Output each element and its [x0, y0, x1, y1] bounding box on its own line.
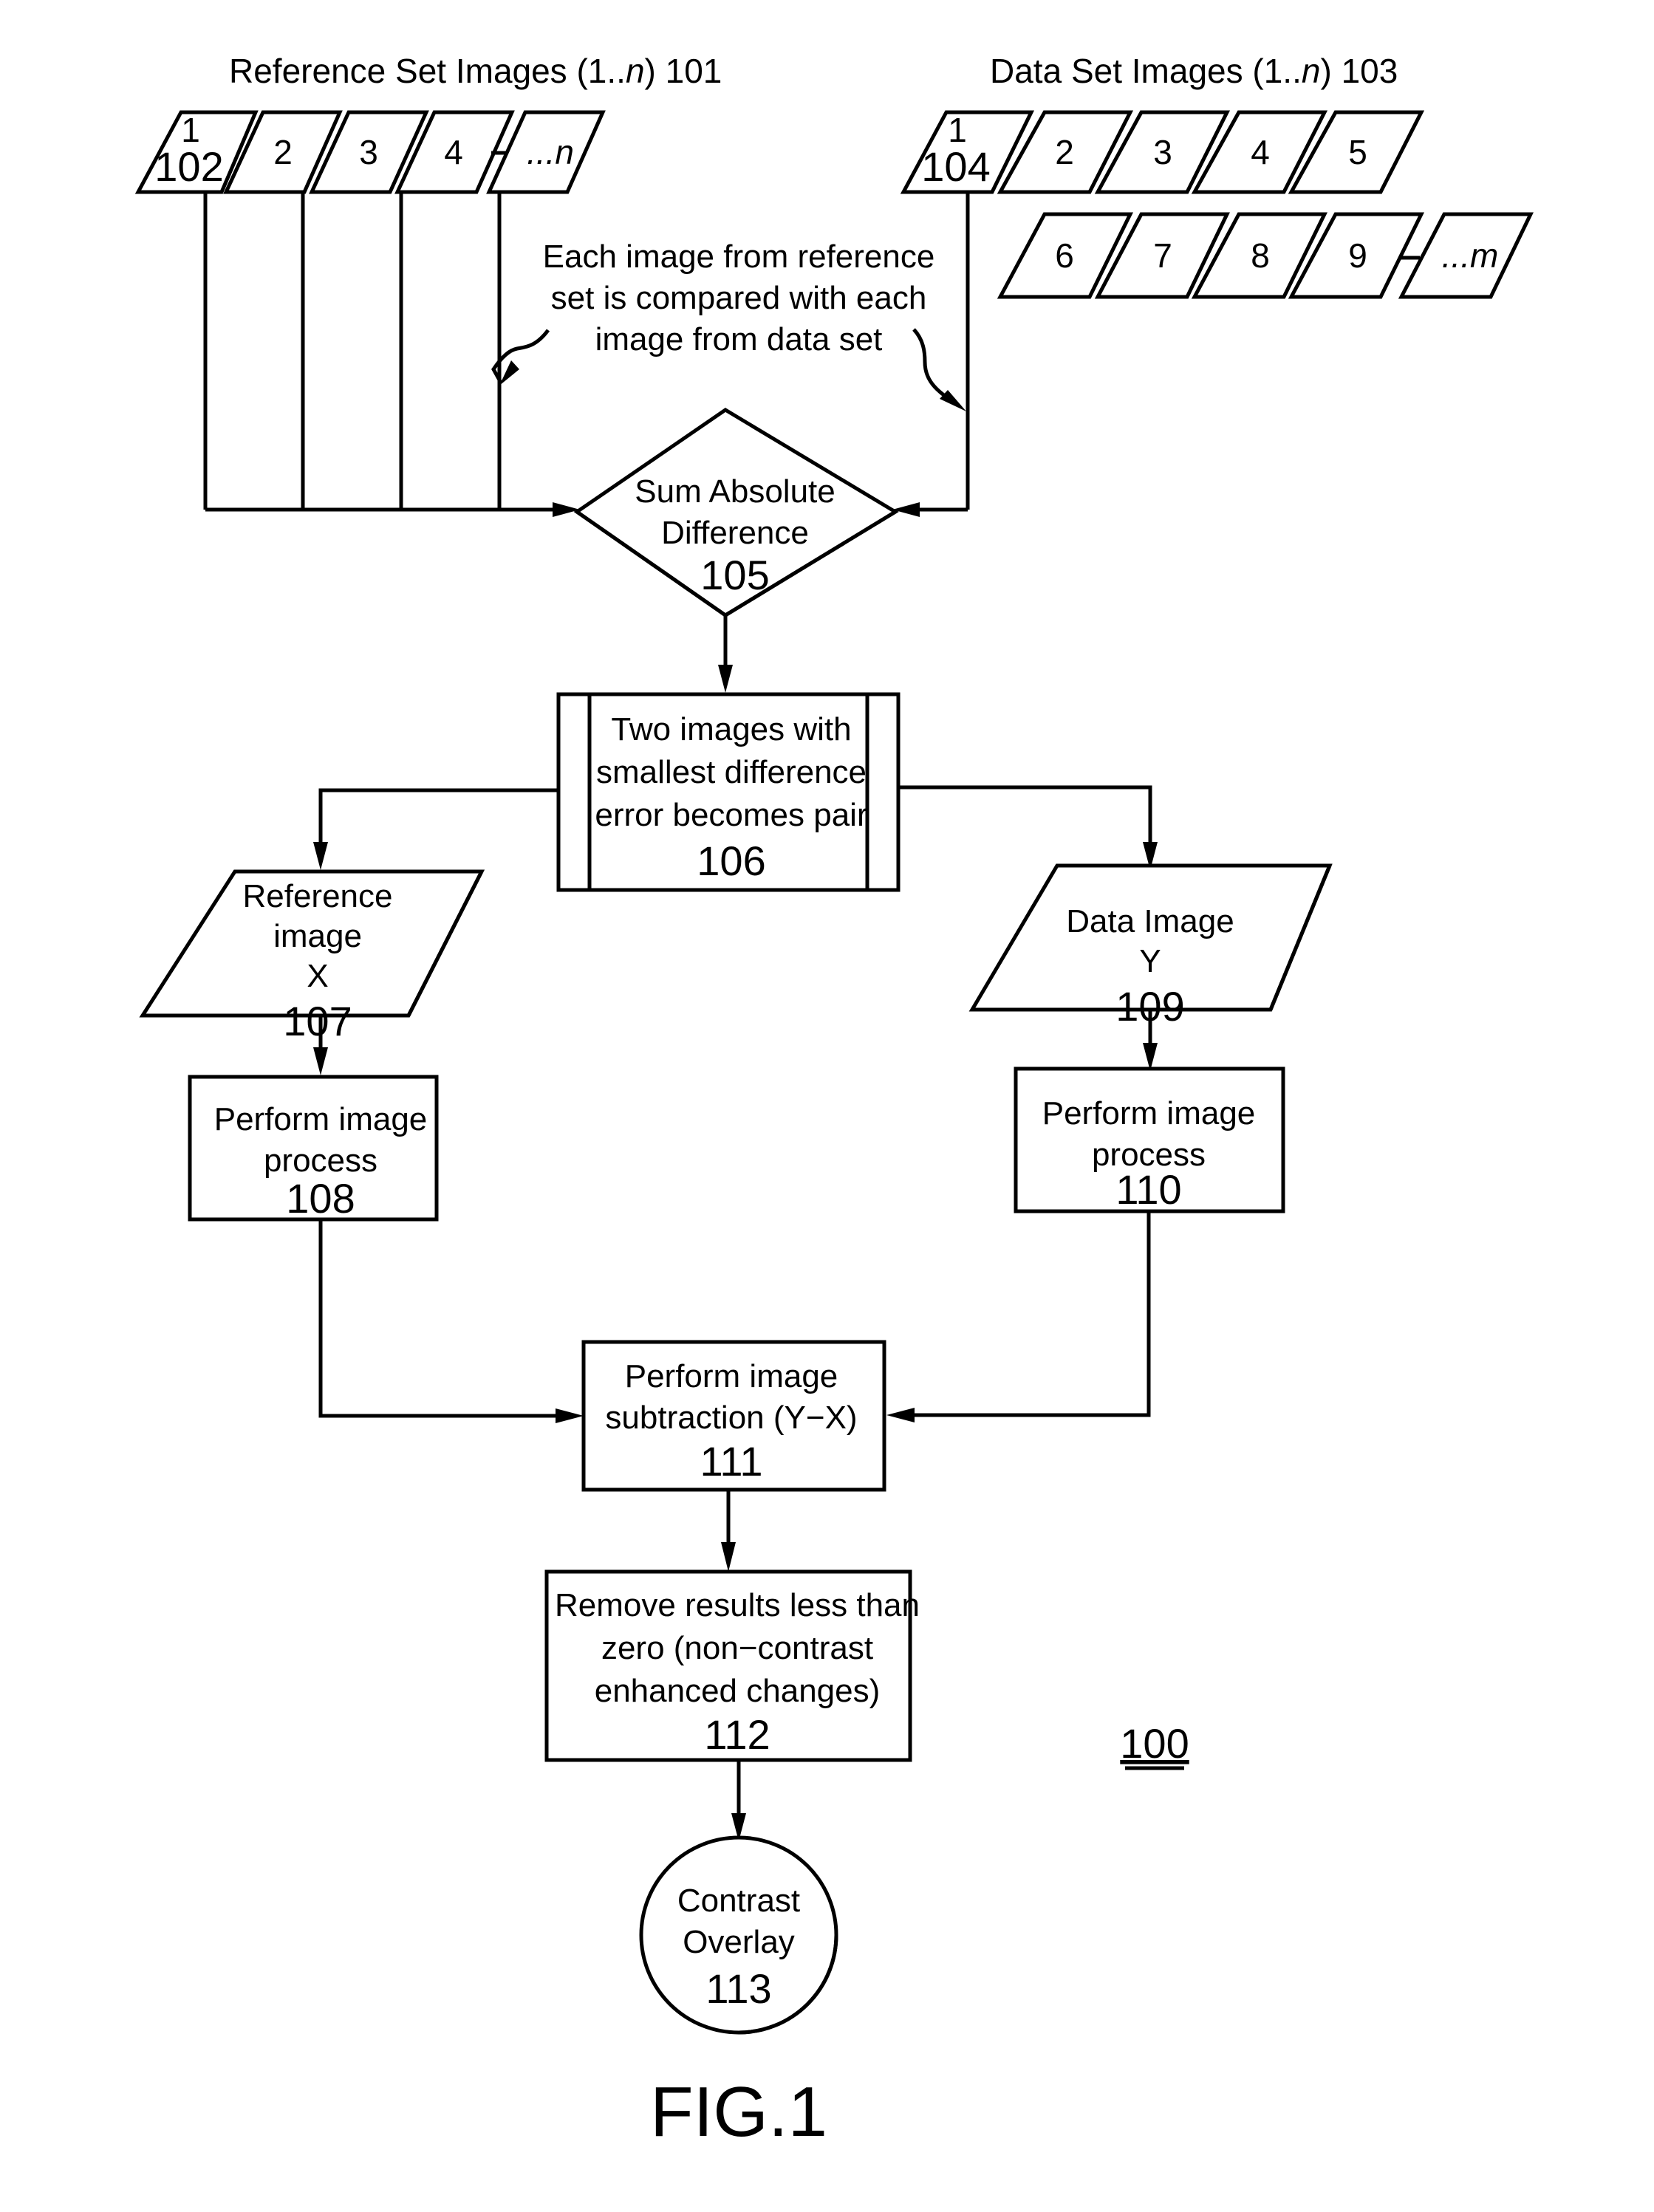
overlay-ref: 113 [705, 1965, 771, 2012]
remove-line-1: Remove results less than [555, 1587, 920, 1623]
annotation-leader-right [912, 328, 951, 401]
arrow-reference-image-to-process [313, 1047, 328, 1075]
sad-line-1: Sum Absolute [635, 473, 835, 510]
pair-line-1: Two images with [611, 711, 851, 747]
remove-ref: 112 [704, 1711, 770, 1758]
reference-image-n-label: ...n [527, 133, 574, 171]
arrow-into-sad-left [553, 502, 580, 517]
remove-line-3: enhanced changes) [595, 1673, 881, 1709]
arrow-process-y-to-subtraction [886, 1408, 915, 1422]
subtract-line-1: Perform image [625, 1358, 838, 1394]
figure-reference-numeral: 100 [1120, 1720, 1189, 1767]
arrow-subtraction-to-remove [721, 1542, 736, 1572]
sad-ref: 105 [700, 552, 769, 598]
process-y-line-1: Perform image [1042, 1095, 1256, 1131]
flowchart-diagram: Reference Set Images (1..n) 101 Data Set… [134, 52, 1534, 2151]
data-image-2-label: 2 [1055, 133, 1074, 171]
annotation-line-3: image from data set [595, 321, 883, 357]
data-image-7-label: 7 [1153, 236, 1172, 275]
sad-line-2: Difference [661, 515, 809, 551]
data-image-line-2: Y [1139, 943, 1161, 979]
overlay-line-2: Overlay [683, 1924, 795, 1960]
data-image-5-label: 5 [1348, 133, 1367, 171]
process-x-line-2: process [264, 1143, 377, 1179]
reference-image-3-label: 3 [359, 133, 378, 171]
arrow-into-sad-right [892, 502, 920, 517]
subtract-ref: 111 [700, 1438, 762, 1485]
arrow-data-image-to-process [1143, 1043, 1158, 1071]
arrow-pair-to-reference-image [313, 842, 328, 870]
data-image-4-label: 4 [1251, 133, 1270, 171]
pair-ref: 106 [697, 838, 765, 884]
ref-image-ref: 107 [283, 998, 352, 1044]
reference-connectors [203, 192, 580, 517]
data-image-8-label: 8 [1251, 236, 1270, 275]
process-x-line-1: Perform image [214, 1101, 428, 1137]
remove-line-2: zero (non−contrast [601, 1630, 873, 1666]
pair-line-2: smallest difference [596, 754, 867, 790]
annotation-line-2: set is compared with each [551, 280, 927, 316]
data-set-title: Data Set Images (1..n) 103 [990, 52, 1398, 90]
annotation-leader-left [491, 329, 550, 384]
pair-line-3: error becomes pair [595, 797, 867, 833]
reference-set-title: Reference Set Images (1..n) 101 [229, 52, 722, 90]
overlay-line-1: Contrast [677, 1883, 800, 1919]
data-image-1-ref: 104 [921, 143, 990, 190]
arrow-process-x-to-subtraction [556, 1408, 584, 1423]
ref-image-line-1: Reference [242, 878, 392, 914]
ref-image-line-3: X [307, 958, 328, 994]
data-set-images: 1 104 2 3 4 5 6 7 8 9 ...m [900, 110, 1534, 299]
process-x-ref: 108 [286, 1175, 355, 1222]
reference-image-2-label: 2 [273, 133, 293, 171]
figure-label: FIG.1 [650, 2072, 827, 2151]
process-y-ref: 110 [1115, 1166, 1181, 1213]
data-image-m-label: ...m [1442, 236, 1499, 275]
data-image-3-label: 3 [1153, 133, 1172, 171]
arrow-sad-to-pair [718, 665, 733, 693]
data-image-line-1: Data Image [1066, 903, 1234, 939]
subtract-line-2: subtraction (Y−X) [605, 1400, 857, 1436]
ref-image-line-2: image [273, 918, 362, 954]
annotation-line-1: Each image from reference [543, 239, 935, 275]
data-image-6-label: 6 [1055, 236, 1074, 275]
annotation-arrow-left [499, 360, 519, 386]
reference-set-images: 1 102 2 3 4 ...n [134, 110, 606, 194]
reference-image-1-ref: 102 [154, 143, 223, 190]
data-image-9-label: 9 [1348, 236, 1367, 275]
reference-image-4-label: 4 [444, 133, 463, 171]
